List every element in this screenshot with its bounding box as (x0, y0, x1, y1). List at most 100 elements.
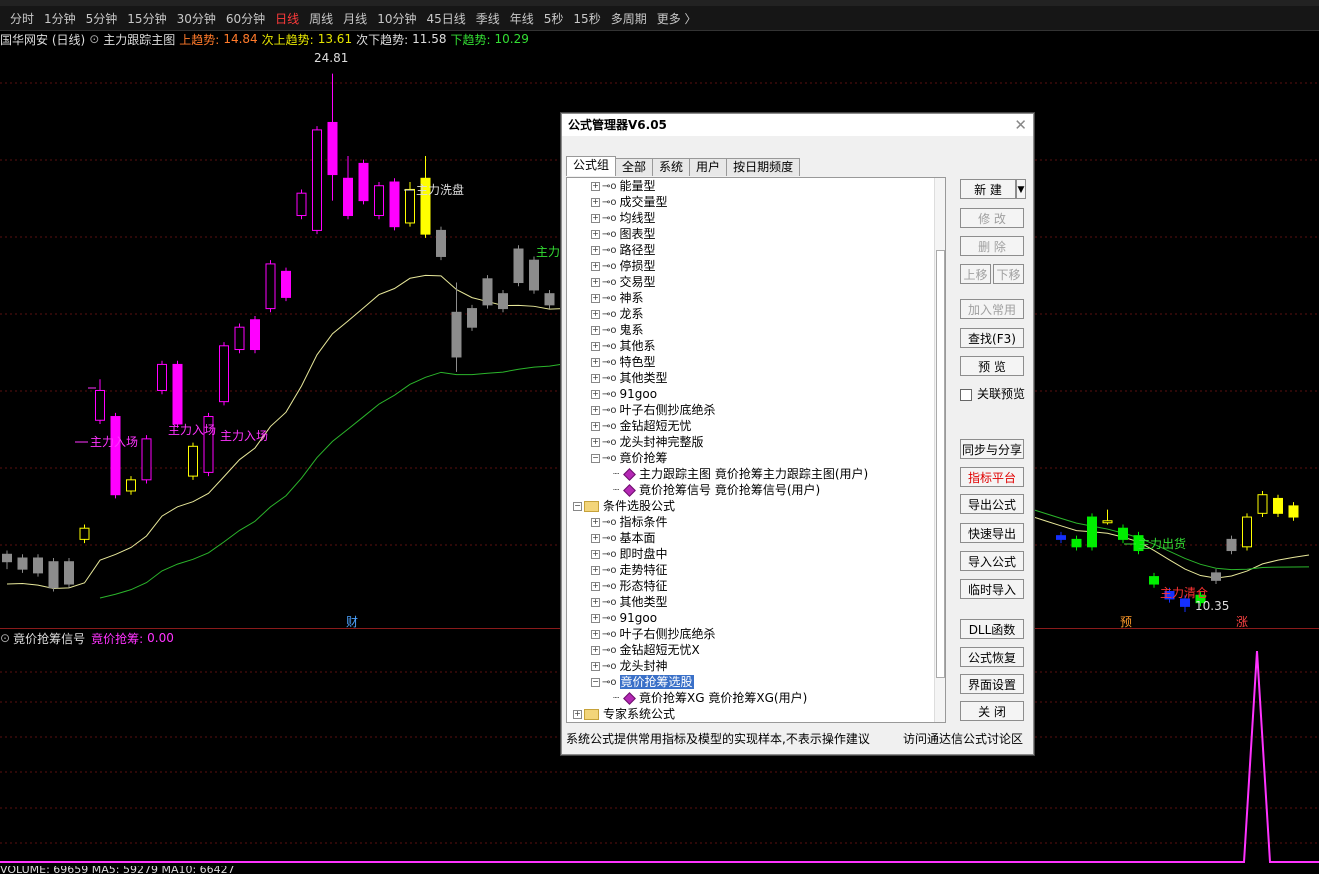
period-item-3[interactable]: 15分钟 (127, 10, 166, 27)
expand-icon[interactable]: + (591, 198, 600, 207)
expand-icon[interactable]: + (591, 406, 600, 415)
period-item-8[interactable]: 月线 (343, 10, 367, 27)
forum-link[interactable]: 访问通达信公式讨论区 (903, 730, 1023, 747)
indicator-name[interactable]: 主力跟踪主图 (103, 31, 175, 48)
period-item-0[interactable]: 分时 (10, 10, 34, 27)
collapse-icon[interactable]: − (573, 502, 582, 511)
new-button[interactable]: 新 建 (960, 179, 1016, 199)
expand-icon[interactable]: + (591, 278, 600, 287)
expand-icon[interactable]: + (591, 182, 600, 191)
collapse-icon[interactable]: − (591, 678, 600, 687)
new-dropdown-button[interactable]: ▼ (1016, 179, 1026, 199)
delete-button[interactable]: 删 除 (960, 236, 1024, 256)
tab-group[interactable]: 公式组 (566, 156, 617, 176)
period-item-14[interactable]: 15秒 (573, 10, 600, 27)
scroll-thumb[interactable] (936, 250, 945, 678)
indicator-platform-button[interactable]: 指标平台 (960, 467, 1024, 487)
tab-all[interactable]: 全部 (615, 158, 654, 176)
dll-function-button[interactable]: DLL函数 (960, 619, 1024, 639)
move-up-button[interactable]: 上移 (960, 264, 991, 284)
expand-icon[interactable]: + (591, 662, 600, 671)
tab-date-frequency[interactable]: 按日期频度 (726, 158, 801, 176)
expand-icon[interactable]: + (591, 630, 600, 639)
modify-button[interactable]: 修 改 (960, 208, 1024, 228)
tree-item[interactable]: + ⊸o 交易型 (591, 274, 656, 290)
tree-item[interactable]: + ⊸o 龙头封神 (591, 658, 668, 674)
tree-item[interactable]: + ⊸o 基本面 (591, 530, 656, 546)
period-item-9[interactable]: 10分钟 (377, 10, 416, 27)
tree-item[interactable]: + ⊸o 91goo (591, 610, 657, 626)
period-item-4[interactable]: 30分钟 (177, 10, 216, 27)
move-down-button[interactable]: 下移 (993, 264, 1024, 284)
tree-item[interactable]: + ⊸o 其他类型 (591, 594, 668, 610)
expand-icon[interactable]: + (591, 214, 600, 223)
expand-icon[interactable]: + (591, 230, 600, 239)
expand-icon[interactable]: + (591, 614, 600, 623)
tree-item[interactable]: − ⊸o 竟价抢筹选股 (591, 674, 694, 690)
period-item-7[interactable]: 周线 (309, 10, 333, 27)
close-icon[interactable]: ✕ (1014, 116, 1027, 134)
tree-item[interactable]: − ⊸o 竟价抢筹 (591, 450, 668, 466)
tree-item[interactable]: + ⊸o 龙头封神完整版 (591, 434, 704, 450)
temp-import-button[interactable]: 临时导入 (960, 579, 1024, 599)
expand-icon[interactable]: + (591, 326, 600, 335)
expand-icon[interactable]: + (573, 710, 582, 719)
tree-item[interactable]: + ⊸o 即时盘中 (591, 546, 668, 562)
expand-icon[interactable]: + (591, 518, 600, 527)
period-item-1[interactable]: 1分钟 (44, 10, 76, 27)
formula-restore-button[interactable]: 公式恢复 (960, 647, 1024, 667)
period-item-11[interactable]: 季线 (476, 10, 500, 27)
tree-item[interactable]: + ⊸o 停损型 (591, 258, 656, 274)
tree-item[interactable]: ┈ 竟价抢筹信号 竟价抢筹信号(用户) (613, 482, 820, 498)
period-item-16[interactable]: 更多 〉 (657, 10, 697, 27)
sync-share-button[interactable]: 同步与分享 (960, 439, 1024, 459)
period-item-5[interactable]: 60分钟 (226, 10, 265, 27)
period-item-13[interactable]: 5秒 (544, 10, 564, 27)
expand-icon[interactable]: + (591, 550, 600, 559)
tree-item[interactable]: + ⊸o 能量型 (591, 178, 656, 194)
period-item-12[interactable]: 年线 (510, 10, 534, 27)
ui-settings-button[interactable]: 界面设置 (960, 674, 1024, 694)
tree-item[interactable]: + ⊸o 路径型 (591, 242, 656, 258)
expand-icon[interactable]: + (591, 246, 600, 255)
expand-icon[interactable]: + (591, 358, 600, 367)
expand-icon[interactable]: + (591, 310, 600, 319)
formula-tree[interactable]: + ⊸o 能量型 + ⊸o 成交量型 + ⊸o 均线型 + ⊸o 图表型 + ⊸o 路径型 + ⊸o 停损型 + ⊸o… (566, 177, 946, 723)
tree-item[interactable]: + ⊸o 特色型 (591, 354, 656, 370)
quick-export-button[interactable]: 快速导出 (960, 523, 1024, 543)
tree-scrollbar[interactable] (934, 178, 945, 722)
tree-item[interactable]: + ⊸o 叶子右侧抄底绝杀 (591, 402, 716, 418)
expand-icon[interactable]: + (591, 342, 600, 351)
tree-item[interactable]: + ⊸o 图表型 (591, 226, 656, 242)
period-item-6[interactable]: 日线 (275, 10, 299, 27)
expand-icon[interactable]: ⊙ (89, 32, 99, 46)
tab-user[interactable]: 用户 (689, 158, 728, 176)
close-button[interactable]: 关 闭 (960, 701, 1024, 721)
expand-icon[interactable]: + (591, 534, 600, 543)
period-item-10[interactable]: 45日线 (426, 10, 465, 27)
checkbox-box[interactable] (960, 388, 972, 401)
import-formula-button[interactable]: 导入公式 (960, 551, 1024, 571)
collapse-icon[interactable]: − (591, 454, 600, 463)
link-preview-checkbox[interactable]: 关联预览 (960, 385, 1025, 402)
tree-item[interactable]: + ⊸o 其他系 (591, 338, 656, 354)
expand-icon[interactable]: ⊙ (0, 631, 10, 645)
tree-item[interactable]: + 专家系统公式 (573, 706, 675, 722)
tree-item[interactable]: ┈ 主力跟踪主图 竟价抢筹主力跟踪主图(用户) (613, 466, 868, 482)
preview-button[interactable]: 预 览 (960, 356, 1024, 376)
tree-item[interactable]: + ⊸o 均线型 (591, 210, 656, 226)
add-common-button[interactable]: 加入常用 (960, 299, 1024, 319)
dialog-title[interactable]: 公式管理器V6.05 (562, 114, 1033, 136)
tree-item[interactable]: + ⊸o 成交量型 (591, 194, 668, 210)
tree-item[interactable]: + ⊸o 金钻超短无忧 (591, 418, 692, 434)
expand-icon[interactable]: + (591, 294, 600, 303)
tab-system[interactable]: 系统 (652, 158, 691, 176)
expand-icon[interactable]: + (591, 374, 600, 383)
expand-icon[interactable]: + (591, 422, 600, 431)
expand-icon[interactable]: + (591, 566, 600, 575)
tree-item[interactable]: + ⊸o 龙系 (591, 306, 644, 322)
expand-icon[interactable]: + (591, 390, 600, 399)
expand-icon[interactable]: + (591, 646, 600, 655)
expand-icon[interactable]: + (591, 438, 600, 447)
expand-icon[interactable]: + (591, 582, 600, 591)
